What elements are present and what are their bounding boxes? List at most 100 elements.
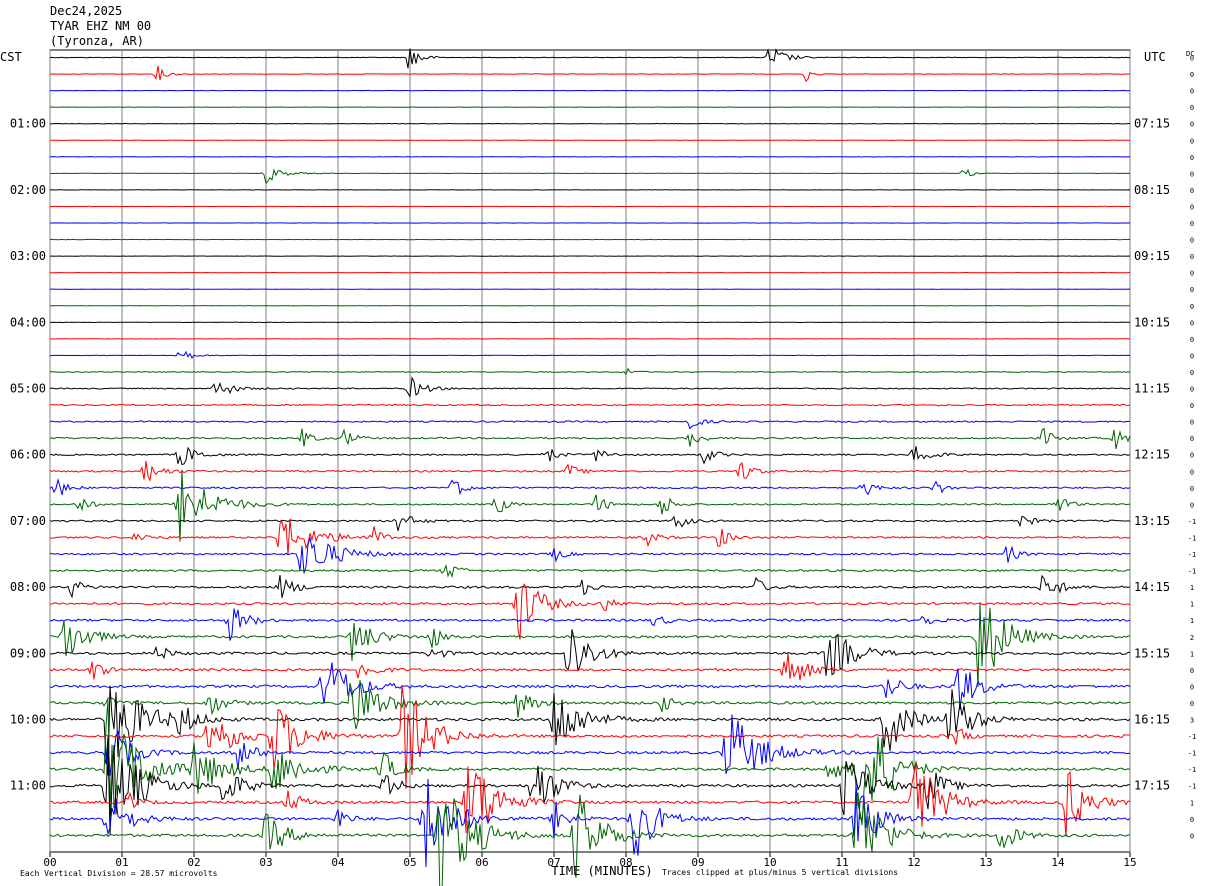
dc-offset-label: 0 xyxy=(1190,352,1194,360)
dc-offset-label: 0 xyxy=(1190,104,1194,112)
seismic-trace xyxy=(49,350,1131,359)
utc-hour-label: 12:15 xyxy=(1134,448,1170,462)
traces-layer xyxy=(49,48,1131,886)
x-tick-label: 06 xyxy=(475,856,488,869)
dc-offset-label: 0 xyxy=(1190,832,1194,840)
dc-offset-label: 1 xyxy=(1190,799,1194,807)
cst-hour-label: 02:00 xyxy=(10,183,46,197)
seismic-trace xyxy=(49,653,1131,681)
dc-offset-label: 3 xyxy=(1190,717,1194,725)
dc-offset-label: 0 xyxy=(1190,386,1194,394)
seismic-trace xyxy=(49,583,1131,640)
dc-offset-label: 2 xyxy=(1190,634,1194,642)
footer-clip-note: Traces clipped at plus/minus 5 vertical … xyxy=(662,868,898,877)
x-tick-label: 04 xyxy=(331,856,345,869)
dc-offset-label: 0 xyxy=(1190,336,1194,344)
seismic-trace xyxy=(49,536,1131,574)
dc-offset-label: 0 xyxy=(1190,319,1194,327)
dc-offset-label: 0 xyxy=(1190,419,1194,427)
seismic-trace xyxy=(49,48,1130,69)
seismic-trace xyxy=(49,699,1131,826)
dc-offset-label: 0 xyxy=(1190,402,1194,410)
seismic-trace xyxy=(49,714,1131,776)
dc-column-label: DC xyxy=(1186,50,1194,58)
seismic-trace xyxy=(49,168,1131,185)
x-axis-title: TIME (MINUTES) xyxy=(551,864,652,878)
x-tick-label: 01 xyxy=(115,856,128,869)
seismic-trace xyxy=(49,376,1131,399)
dc-offset-label: 0 xyxy=(1190,485,1194,493)
seismic-trace xyxy=(49,427,1131,450)
dc-offset-label: -1 xyxy=(1188,783,1196,791)
dc-offset-label: 0 xyxy=(1190,88,1194,96)
dc-offset-label: 0 xyxy=(1190,286,1194,294)
x-tick-label: 14 xyxy=(1051,856,1065,869)
seismic-trace xyxy=(49,563,1131,579)
left-timezone-label: CST xyxy=(0,50,22,64)
dc-offset-label: -1 xyxy=(1188,534,1196,542)
utc-hour-label: 15:15 xyxy=(1134,646,1170,660)
dc-offset-label: 0 xyxy=(1190,700,1194,708)
cst-hour-label: 11:00 xyxy=(10,779,46,793)
seismic-trace xyxy=(49,367,1131,376)
x-tick-label: 02 xyxy=(187,856,200,869)
footer-scale-note: Each Vertical Division = 28.57 microvolt… xyxy=(20,869,218,878)
utc-hour-label: 09:15 xyxy=(1134,249,1170,263)
utc-hour-label: 17:15 xyxy=(1134,779,1170,793)
dc-offset-label: 1 xyxy=(1190,617,1194,625)
x-tick-label: 13 xyxy=(979,856,992,869)
utc-hour-label: 14:15 xyxy=(1134,580,1170,594)
utc-hour-label: 08:15 xyxy=(1134,183,1170,197)
x-tick-label: 15 xyxy=(1123,856,1136,869)
dc-offset-label: -1 xyxy=(1188,766,1196,774)
dc-offset-label: 0 xyxy=(1190,71,1194,79)
dc-offset-label: 0 xyxy=(1190,121,1194,129)
x-tick-label: 00 xyxy=(43,856,56,869)
dc-offset-label: 0 xyxy=(1190,203,1194,211)
dc-offset-label: 0 xyxy=(1190,816,1194,824)
seismic-trace xyxy=(49,778,1131,868)
cst-hour-label: 07:00 xyxy=(10,514,46,528)
dc-offset-label: 1 xyxy=(1190,601,1194,609)
cst-hour-label: 01:00 xyxy=(10,117,46,131)
utc-hour-label: 11:15 xyxy=(1134,382,1170,396)
cst-hour-label: 09:00 xyxy=(10,646,46,660)
dc-offset-label: 0 xyxy=(1190,237,1194,245)
dc-offset-label: 0 xyxy=(1190,154,1194,162)
dc-offset-label: 0 xyxy=(1190,303,1194,311)
dc-offset-label: 0 xyxy=(1190,452,1194,460)
cst-hour-label: 04:00 xyxy=(10,315,46,329)
dc-offset-label: 0 xyxy=(1190,468,1194,476)
cst-hour-label: 08:00 xyxy=(10,580,46,594)
dc-offset-label: 0 xyxy=(1190,137,1194,145)
dc-offset-label: -1 xyxy=(1188,750,1196,758)
cst-hour-label: 10:00 xyxy=(10,713,46,727)
cst-hour-label: 06:00 xyxy=(10,448,46,462)
dc-offset-label: -1 xyxy=(1188,551,1196,559)
cst-hour-label: 03:00 xyxy=(10,249,46,263)
seismic-trace xyxy=(49,403,1131,407)
seismic-trace xyxy=(49,419,1131,430)
dc-offset-label: 0 xyxy=(1190,170,1194,178)
seismic-trace xyxy=(49,65,1131,83)
utc-hour-label: 10:15 xyxy=(1134,315,1170,329)
dc-offset-label: 0 xyxy=(1190,667,1194,675)
cst-hour-label: 05:00 xyxy=(10,382,46,396)
dc-offset-label: 0 xyxy=(1190,187,1194,195)
dc-offset-label: 0 xyxy=(1190,683,1194,691)
seismic-trace xyxy=(49,574,1131,599)
dc-offset-label: 0 xyxy=(1190,220,1194,228)
dc-offset-label: 0 xyxy=(1190,253,1194,261)
dc-offset-label: 0 xyxy=(1190,435,1194,443)
utc-hour-label: 16:15 xyxy=(1134,713,1170,727)
seismic-trace xyxy=(49,763,1131,837)
seismic-trace xyxy=(49,469,1130,542)
dc-offset-label: -1 xyxy=(1188,518,1196,526)
dc-offset-label: 1 xyxy=(1190,650,1194,658)
dc-offset-label: -1 xyxy=(1188,733,1196,741)
x-tick-label: 12 xyxy=(907,856,920,869)
seismic-trace xyxy=(49,477,1131,496)
seismic-trace xyxy=(49,460,1131,482)
dc-offset-label: 0 xyxy=(1190,369,1194,377)
seismic-trace xyxy=(49,603,1131,687)
